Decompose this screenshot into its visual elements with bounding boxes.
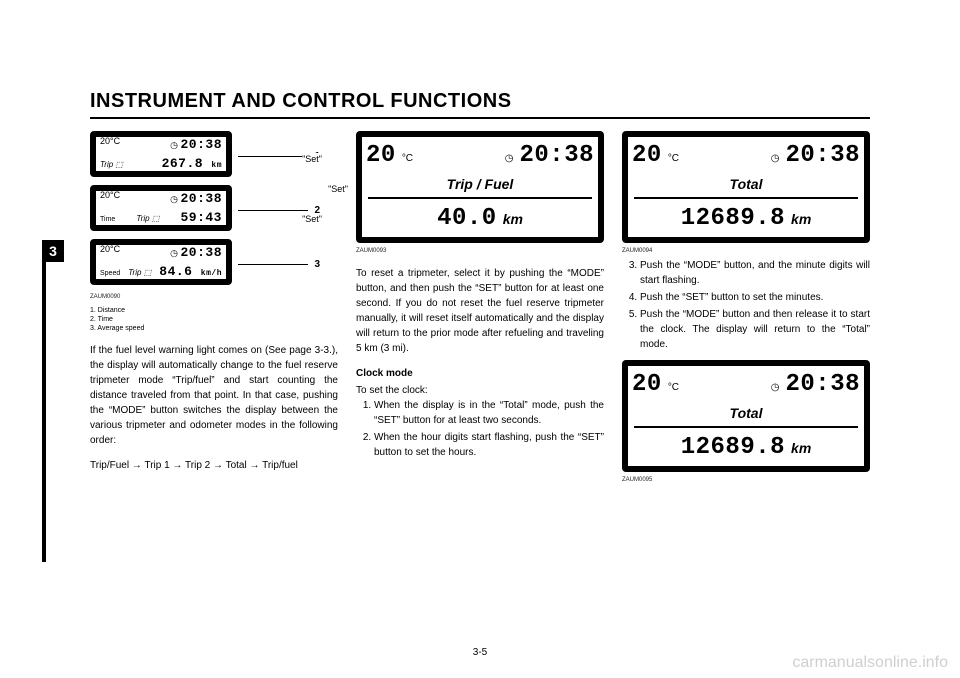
figure-id-col3b: ZAUM0095	[622, 476, 870, 485]
tripmeter-stack: 20°C ◷ 20:38 Trip ⬚ 267.8 km 1	[90, 131, 320, 289]
lcd-unit: km	[791, 438, 811, 459]
lcd-time: 20:38	[785, 367, 860, 403]
lcd-total-value: 12689.8	[681, 201, 785, 237]
lcd-temp: 20°C	[100, 189, 120, 209]
page: INSTRUMENT AND CONTROL FUNCTIONS 20°C ◷ …	[90, 0, 870, 487]
lcd-mode-label: Trip / Fuel	[447, 174, 514, 195]
speed-label: Speed	[100, 269, 120, 280]
lcd-tripfuel-value: 40.0	[437, 201, 497, 237]
caption-line-2: 2. Time	[90, 315, 338, 324]
clock-icon: ◷	[505, 151, 514, 166]
col2-paragraph: To reset a tripmeter, select it by pushi…	[356, 266, 604, 356]
set-label-bottom: "Set"	[302, 213, 322, 227]
clock-step-3: Push the “MODE” button, and the minute d…	[640, 258, 870, 288]
figure-id-col3a: ZAUM0094	[622, 247, 870, 256]
lcd-temp: 20°C	[100, 243, 120, 263]
lcd-mode-label: Trip ⬚	[100, 159, 123, 171]
lcd-distance-value: 267.8 km	[162, 154, 222, 174]
watermark: carmanualsonline.info	[792, 654, 948, 672]
lcd-time: 20:38	[180, 191, 222, 206]
lcd-tripfuel: 20°C ◷ 20:38 Trip / Fuel 40.0 km	[356, 131, 604, 243]
lcd-time: 20:38	[785, 138, 860, 174]
clock-step-2: When the hour digits start flashing, pus…	[374, 430, 604, 460]
lcd-time: 20:38	[180, 245, 222, 260]
clock-icon: ◷	[170, 194, 178, 204]
clock-icon: ◷	[170, 248, 178, 258]
lcd-total-2: 20°C ◷ 20:38 Total 12689.8 km	[622, 360, 870, 472]
clock-step-1: When the display is in the “Total” mode,…	[374, 398, 604, 428]
lcd-time: 20:38	[519, 138, 594, 174]
lcd-mini-time: 20°C ◷ 20:38 Time Trip ⬚ 59:43	[90, 185, 232, 231]
clock-icon: ◷	[170, 140, 178, 150]
column-1: 20°C ◷ 20:38 Trip ⬚ 267.8 km 1	[90, 131, 338, 487]
clock-mode-heading: Clock mode	[356, 366, 604, 381]
figure-caption: 1. Distance 2. Time 3. Average speed	[90, 306, 338, 333]
figure-id-col1: ZAUM0090	[90, 293, 338, 302]
lcd-mini-speed: 20°C ◷ 20:38 Speed Trip ⬚ 84.6 km/h	[90, 239, 232, 285]
set-label-top: "Set"	[302, 153, 322, 167]
lcd-mini-distance: 20°C ◷ 20:38 Trip ⬚ 267.8 km	[90, 131, 232, 177]
caption-line-1: 1. Distance	[90, 306, 338, 315]
callout-3: 3	[314, 257, 320, 272]
lcd-temp: 20	[632, 367, 662, 403]
lcd-unit: km	[791, 209, 811, 230]
clock-icon: ◷	[771, 380, 780, 395]
column-2: 20°C ◷ 20:38 Trip / Fuel 40.0 km ZAUM009…	[356, 131, 604, 487]
page-number: 3-5	[473, 647, 487, 658]
lcd-mode-label: Total	[730, 403, 763, 424]
lcd-temp: 20	[366, 138, 396, 174]
clock-steps-col3: Push the “MODE” button, and the minute d…	[622, 258, 870, 352]
section-tab: 3	[42, 240, 64, 262]
clock-step-5: Push the “MODE” button and then release …	[640, 307, 870, 352]
figure-id-col2: ZAUM0093	[356, 247, 604, 256]
page-title: INSTRUMENT AND CONTROL FUNCTIONS	[90, 90, 870, 119]
caption-line-3: 3. Average speed	[90, 324, 338, 333]
clock-step-4: Push the “SET” button to set the minutes…	[640, 290, 870, 305]
lcd-total-value: 12689.8	[681, 430, 785, 466]
lcd-triptime-value: 59:43	[180, 208, 222, 228]
lcd-time: 20:38	[180, 137, 222, 152]
lcd-speed-value: 84.6 km/h	[159, 262, 222, 282]
lcd-total-1: 20°C ◷ 20:38 Total 12689.8 km	[622, 131, 870, 243]
content-columns: 20°C ◷ 20:38 Trip ⬚ 267.8 km 1	[90, 131, 870, 487]
lcd-mode-label: Total	[730, 174, 763, 195]
lcd-temp: 20°C	[100, 135, 120, 155]
clock-steps-col2: When the display is in the “Total” mode,…	[356, 398, 604, 460]
lcd-temp: 20	[632, 138, 662, 174]
column-3: 20°C ◷ 20:38 Total 12689.8 km ZAUM0094 P…	[622, 131, 870, 487]
trip-time-label: Time	[100, 215, 115, 226]
lcd-unit: km	[503, 209, 523, 230]
set-label-right: "Set"	[328, 183, 348, 197]
mode-sequence: Trip/Fuel → Trip 1 → Trip 2 → Total → Tr…	[90, 458, 338, 473]
col1-paragraph: If the fuel level warning light comes on…	[90, 343, 338, 448]
clock-icon: ◷	[771, 151, 780, 166]
clock-mode-lead: To set the clock:	[356, 383, 604, 398]
